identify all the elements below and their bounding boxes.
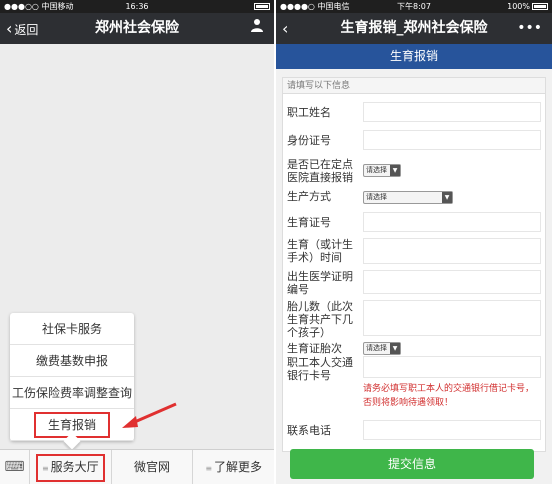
left-phone-screen: ●●●○○ 中国移动 16:36 ‹ 返回 郑州社会保险 社保卡服务 缴费基数申报… [0, 0, 274, 484]
battery-icon [252, 0, 270, 13]
nav-bar: ‹ 生育报销_郑州社会保险 ••• [276, 13, 552, 44]
tab-service-hall[interactable]: ≡ 服务大厅 [30, 450, 112, 484]
label-name: 职工姓名 [287, 106, 331, 119]
status-bar: ●●●○○ 中国移动 16:36 [0, 0, 274, 13]
service-menu-popup: 社保卡服务 缴费基数申报 工伤保险费率调整查询 生育报销 [10, 313, 134, 450]
order-select[interactable]: 请选择 ▼ [363, 342, 401, 355]
maternity-form: 职工姓名 身份证号 是否已在定点医院直接报销 请选择 ▼ 生产方式 请选择 ▼ 生育… [282, 94, 546, 452]
date-input[interactable] [363, 238, 541, 264]
nav-bar: ‹ 返回 郑州社会保险 [0, 13, 274, 44]
label-bank: 职工本人交通银行卡号 [287, 356, 353, 382]
label-phone: 联系电话 [287, 424, 331, 437]
bank-input[interactable] [363, 356, 541, 378]
label-fetus: 胎儿数（此次生育共产下几个孩子） [287, 300, 353, 339]
menu-item-social-card[interactable]: 社保卡服务 [10, 313, 134, 345]
back-button[interactable]: ‹ 返回 [6, 13, 38, 46]
fetus-input[interactable] [363, 300, 541, 336]
person-icon[interactable] [250, 13, 264, 44]
page-title: 郑州社会保险 [95, 20, 179, 36]
section-header: 生育报销 [276, 44, 552, 69]
back-button[interactable]: ‹ [282, 13, 290, 46]
label-id: 身份证号 [287, 134, 331, 147]
chevron-left-icon: ‹ [282, 19, 289, 38]
label-order: 生育证胎次 [287, 342, 342, 355]
name-input[interactable] [363, 102, 541, 122]
chevron-down-icon: ▼ [390, 343, 400, 354]
bank-warning: 请务必填写职工本人的交通银行借记卡号，否则将影响待遇领取！ [363, 384, 535, 408]
form-hint: 请填写以下信息 [282, 77, 546, 94]
label-method: 生产方式 [287, 190, 331, 203]
phone-input[interactable] [363, 420, 541, 440]
status-bar: ●●●●○ 中国电信 下午8:07 100% [276, 0, 552, 13]
battery-level: 100% [507, 0, 548, 13]
label-date: 生育（或计生手术）时间 [287, 238, 353, 264]
id-input[interactable] [363, 130, 541, 150]
keyboard-icon[interactable]: ⌨ [0, 450, 30, 484]
label-birth-cert: 出生医学证明编号 [287, 270, 353, 296]
more-icon[interactable]: ••• [517, 13, 542, 44]
tab-micro-site[interactable]: 微官网 [112, 450, 194, 484]
page-title: 生育报销_郑州社会保险 [340, 20, 488, 36]
method-select[interactable]: 请选择 ▼ [363, 191, 453, 204]
bottom-tab-bar: ⌨ ≡ 服务大厅 微官网 ≡ 了解更多 [0, 449, 274, 484]
direct-select[interactable]: 请选择 ▼ [363, 164, 401, 177]
label-direct: 是否已在定点医院直接报销 [287, 158, 353, 184]
menu-item-base-declare[interactable]: 缴费基数申报 [10, 345, 134, 377]
red-arrow-icon [122, 402, 177, 428]
menu-item-injury-rate[interactable]: 工伤保险费率调整查询 [10, 377, 134, 409]
right-phone-screen: ●●●●○ 中国电信 下午8:07 100% ‹ 生育报销_郑州社会保险 •••… [276, 0, 552, 484]
birth-cert-input[interactable] [363, 270, 541, 294]
status-time: 16:36 [125, 2, 149, 11]
tab-learn-more[interactable]: ≡ 了解更多 [193, 450, 274, 484]
chevron-down-icon: ▼ [390, 165, 400, 176]
cert-input[interactable] [363, 212, 541, 232]
submit-button[interactable]: 提交信息 [290, 449, 534, 479]
chevron-left-icon: ‹ [6, 19, 13, 38]
label-cert: 生育证号 [287, 216, 331, 229]
chevron-down-icon: ▼ [442, 192, 452, 203]
